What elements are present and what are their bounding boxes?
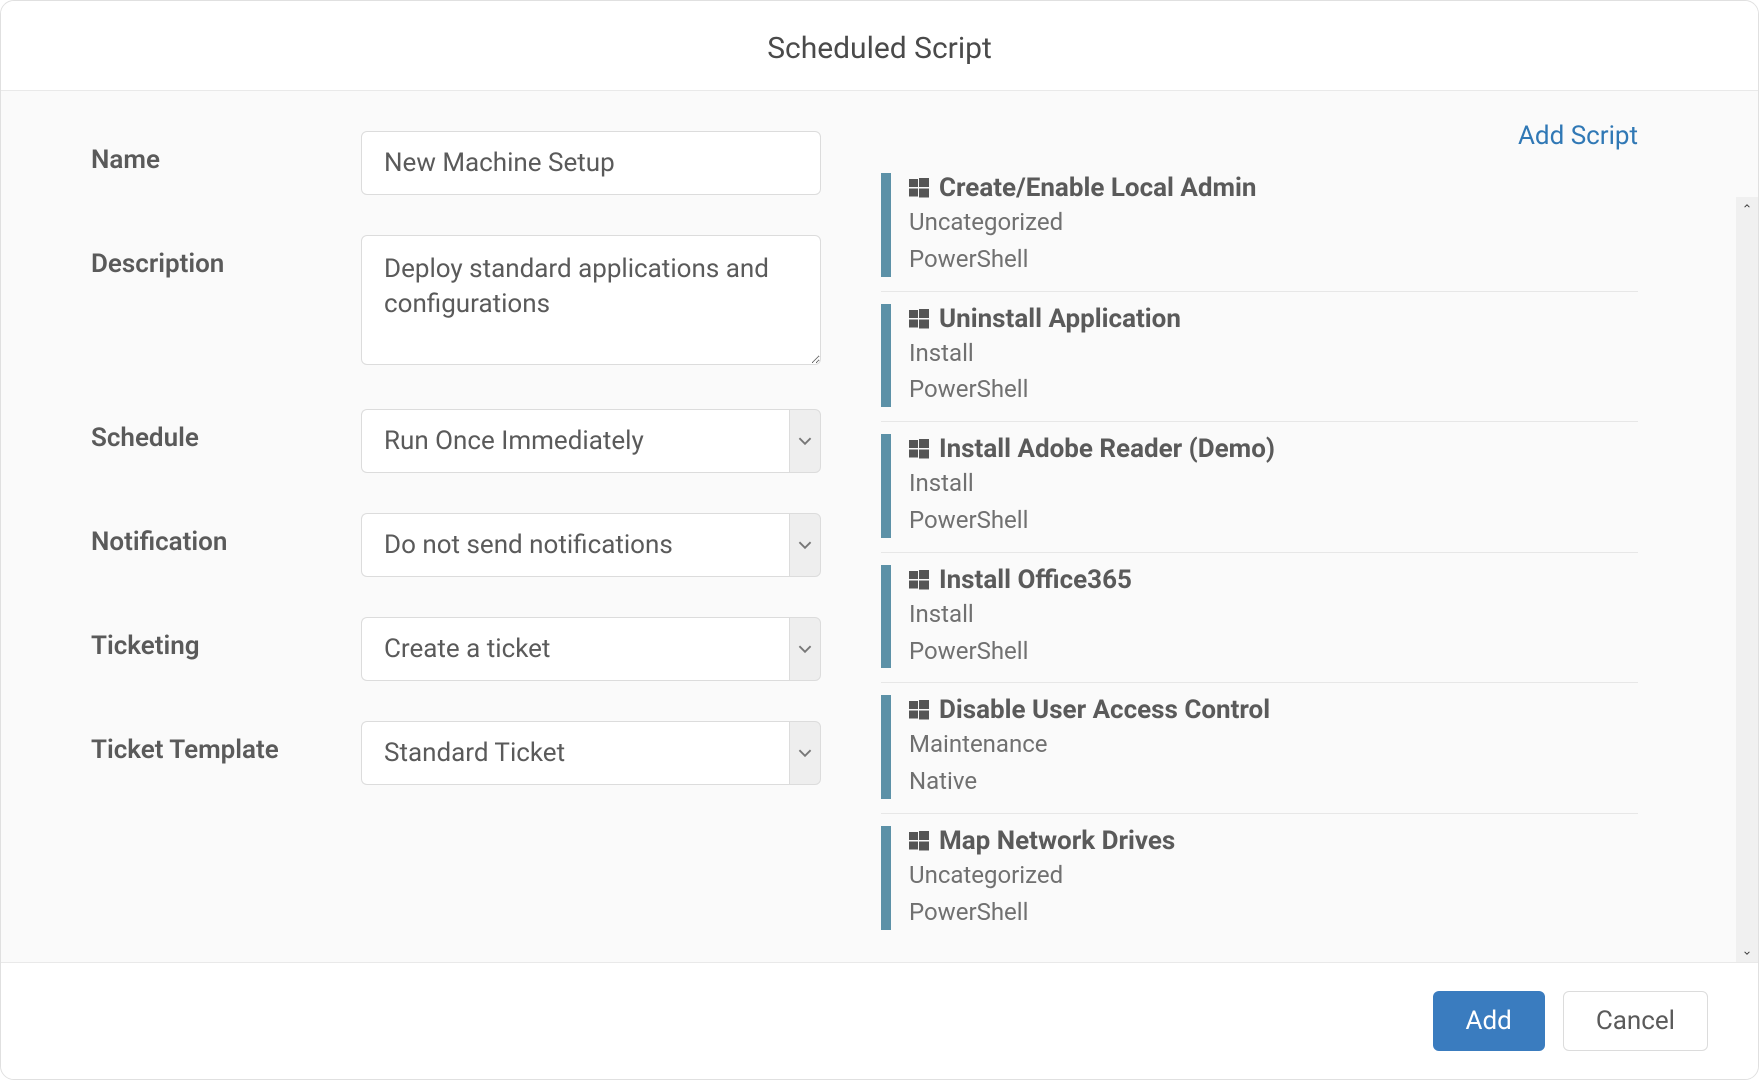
label-schedule: Schedule xyxy=(91,409,361,453)
script-lang: Native xyxy=(909,764,1638,799)
row-ticket-template: Ticket Template Standard Ticket xyxy=(91,721,821,785)
notification-select[interactable]: Do not send notifications xyxy=(361,513,821,577)
scroll-down-icon[interactable] xyxy=(1740,946,1754,960)
row-schedule: Schedule Run Once Immediately xyxy=(91,409,821,473)
chevron-down-icon[interactable] xyxy=(789,617,821,681)
scroll-up-icon[interactable] xyxy=(1740,199,1754,213)
name-input[interactable] xyxy=(361,131,821,195)
schedule-select[interactable]: Run Once Immediately xyxy=(361,409,821,473)
script-title: Install Adobe Reader (Demo) xyxy=(939,434,1275,464)
script-item[interactable]: Install Adobe Reader (Demo) Install Powe… xyxy=(881,422,1638,553)
script-item[interactable]: Install Office365 Install PowerShell xyxy=(881,553,1638,684)
label-description: Description xyxy=(91,235,361,279)
script-lang: PowerShell xyxy=(909,503,1638,538)
label-ticket-template: Ticket Template xyxy=(91,721,361,765)
script-category: Uncategorized xyxy=(909,858,1638,893)
chevron-down-icon[interactable] xyxy=(789,409,821,473)
form-column: Name Description Schedule Run Once Immed… xyxy=(1,91,861,962)
accent-bar xyxy=(881,565,891,669)
script-item[interactable]: Map Network Drives Uncategorized PowerSh… xyxy=(881,814,1638,944)
script-title: Create/Enable Local Admin xyxy=(939,173,1256,203)
accent-bar xyxy=(881,434,891,538)
add-script-link[interactable]: Add Script xyxy=(1518,121,1638,151)
row-name: Name xyxy=(91,131,821,195)
windows-icon xyxy=(909,309,929,329)
script-title: Disable User Access Control xyxy=(939,695,1270,725)
accent-bar xyxy=(881,695,891,799)
script-item[interactable]: Uninstall Application Install PowerShell xyxy=(881,292,1638,423)
windows-icon xyxy=(909,570,929,590)
windows-icon xyxy=(909,831,929,851)
modal-title: Scheduled Script xyxy=(1,1,1758,91)
script-category: Install xyxy=(909,466,1638,501)
label-ticketing: Ticketing xyxy=(91,617,361,661)
schedule-value: Run Once Immediately xyxy=(361,409,789,473)
script-item[interactable]: Disable User Access Control Maintenance … xyxy=(881,683,1638,814)
script-category: Maintenance xyxy=(909,727,1638,762)
script-title: Install Office365 xyxy=(939,565,1132,595)
ticket-template-select[interactable]: Standard Ticket xyxy=(361,721,821,785)
script-category: Uncategorized xyxy=(909,205,1638,240)
notification-value: Do not send notifications xyxy=(361,513,789,577)
script-item[interactable]: Create/Enable Local Admin Uncategorized … xyxy=(881,161,1638,292)
script-lang: PowerShell xyxy=(909,242,1638,277)
script-title: Map Network Drives xyxy=(939,826,1175,856)
script-title: Uninstall Application xyxy=(939,304,1181,334)
windows-icon xyxy=(909,700,929,720)
accent-bar xyxy=(881,304,891,408)
windows-icon xyxy=(909,178,929,198)
script-category: Install xyxy=(909,336,1638,371)
chevron-down-icon[interactable] xyxy=(789,721,821,785)
add-button[interactable]: Add xyxy=(1433,991,1545,1051)
script-category: Install xyxy=(909,597,1638,632)
modal-body: Name Description Schedule Run Once Immed… xyxy=(1,91,1758,962)
description-input[interactable] xyxy=(361,235,821,365)
modal-footer: Add Cancel xyxy=(1,962,1758,1079)
ticket-template-value: Standard Ticket xyxy=(361,721,789,785)
script-lang: PowerShell xyxy=(909,372,1638,407)
row-description: Description xyxy=(91,235,821,369)
accent-bar xyxy=(881,826,891,930)
row-notification: Notification Do not send notifications xyxy=(91,513,821,577)
chevron-down-icon[interactable] xyxy=(789,513,821,577)
ticketing-value: Create a ticket xyxy=(361,617,789,681)
label-notification: Notification xyxy=(91,513,361,557)
vertical-scrollbar[interactable] xyxy=(1736,197,1758,962)
cancel-button[interactable]: Cancel xyxy=(1563,991,1708,1051)
scripts-column: Add Script Create/Enable Local Admin Unc… xyxy=(861,91,1758,962)
windows-icon xyxy=(909,439,929,459)
script-lang: PowerShell xyxy=(909,634,1638,669)
label-name: Name xyxy=(91,131,361,175)
scheduled-script-modal: Scheduled Script Name Description Schedu… xyxy=(0,0,1759,1080)
script-list: Create/Enable Local Admin Uncategorized … xyxy=(881,161,1638,944)
ticketing-select[interactable]: Create a ticket xyxy=(361,617,821,681)
row-ticketing: Ticketing Create a ticket xyxy=(91,617,821,681)
accent-bar xyxy=(881,173,891,277)
script-lang: PowerShell xyxy=(909,895,1638,930)
